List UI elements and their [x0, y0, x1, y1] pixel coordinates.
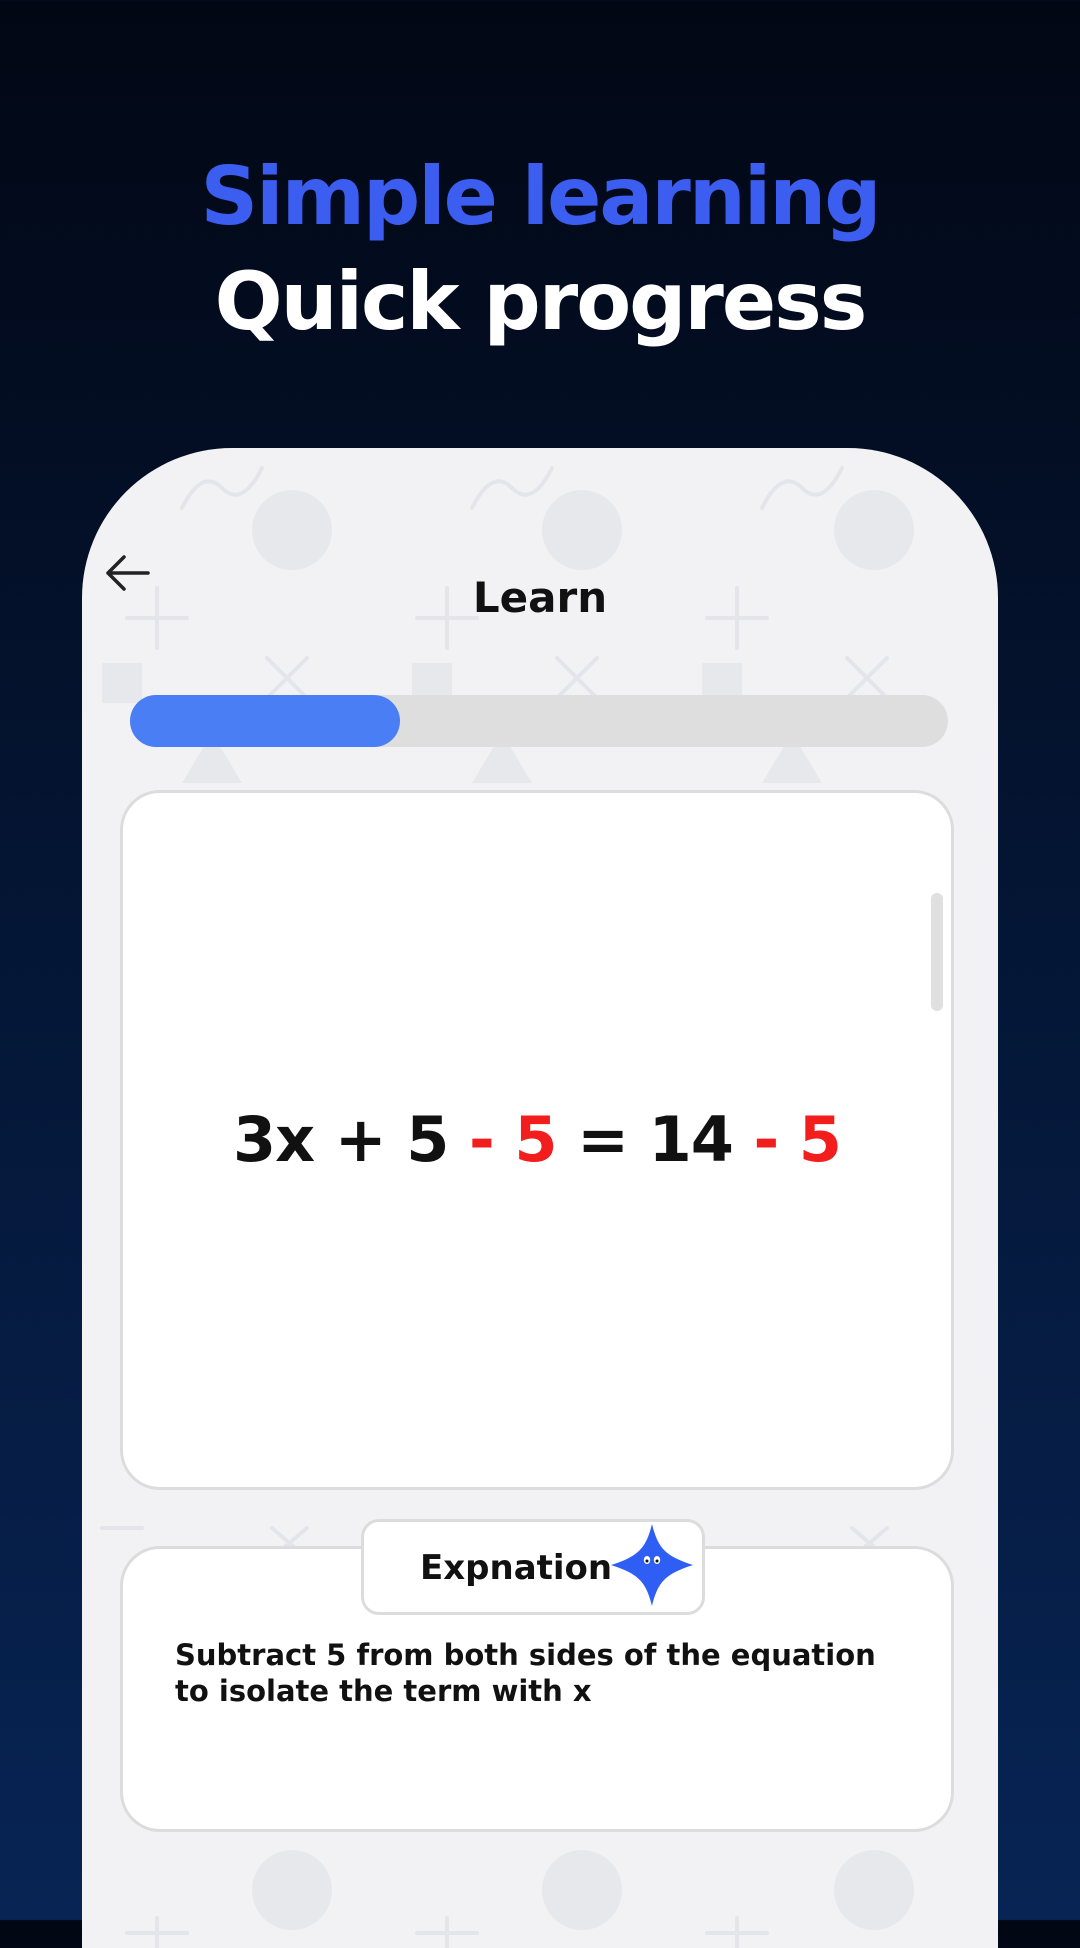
screen-title: Learn	[472, 573, 608, 622]
headline-secondary: Quick progress	[214, 255, 868, 348]
equation-right-term: = 14	[556, 1103, 734, 1176]
equation-subtract-right: - 5	[732, 1103, 841, 1176]
equation: 3x + 5 - 5 = 14 - 5	[123, 1103, 951, 1176]
phone-frame: Learn 3x + 5 - 5 = 14 - 5 Subtract 5 fro…	[82, 448, 998, 1948]
progress-fill	[130, 695, 400, 747]
equation-left-term: 3x + 5	[233, 1103, 449, 1176]
problem-card[interactable]: 3x + 5 - 5 = 14 - 5	[120, 790, 954, 1490]
explanation-tab[interactable]: Expnation	[361, 1519, 705, 1615]
equation-subtract-left: - 5	[448, 1103, 557, 1176]
explanation-text: Subtract 5 from both sides of the equati…	[175, 1638, 876, 1708]
card-scrollbar[interactable]	[931, 893, 943, 1011]
star-mascot-icon	[611, 1524, 693, 1606]
headline-primary: Simple learning	[200, 150, 882, 243]
lesson-progress-bar	[130, 695, 948, 747]
explanation-label: Expnation	[420, 1548, 613, 1588]
